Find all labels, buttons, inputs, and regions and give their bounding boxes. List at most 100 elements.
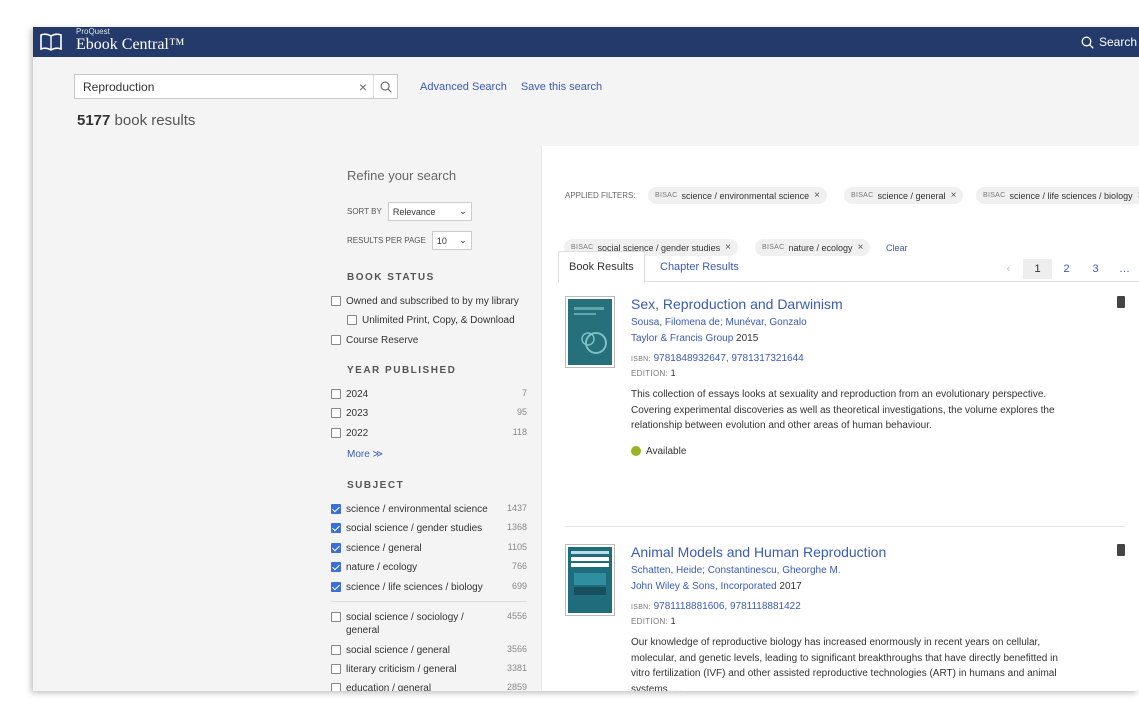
- filter-count: 4556: [506, 611, 527, 621]
- result-item: Animal Models and Human Reproduction Sch…: [565, 544, 1125, 691]
- sort-by-select[interactable]: Relevance ⌄: [387, 202, 472, 221]
- filter-subject[interactable]: social science / sociology / general 4556: [331, 611, 527, 637]
- checkbox-checked[interactable]: [331, 562, 341, 572]
- results-per-page-select[interactable]: 10 ⌄: [431, 231, 472, 250]
- filter-year-2024[interactable]: 2024 7: [331, 388, 527, 401]
- result-title-link[interactable]: Animal Models and Human Reproduction: [631, 544, 1071, 560]
- checkbox[interactable]: [331, 645, 341, 655]
- year-more-link[interactable]: More ≫: [347, 449, 383, 460]
- book-cover[interactable]: [565, 296, 615, 368]
- search-icon: [380, 81, 392, 93]
- result-item: Sex, Reproduction and Darwinism Sousa, F…: [565, 296, 1125, 496]
- filter-label: literary criticism / general: [346, 664, 457, 675]
- result-publisher[interactable]: John Wiley & Sons, Incorporated: [631, 581, 777, 592]
- book-cover-image: [568, 547, 612, 613]
- subject-heading: SUBJECT: [347, 480, 405, 491]
- book-status-heading: BOOK STATUS: [347, 272, 435, 283]
- sort-by-value: Relevance: [392, 206, 436, 217]
- book-cover-image: [568, 299, 612, 365]
- result-title-link[interactable]: Sex, Reproduction and Darwinism: [631, 296, 1071, 312]
- search-row: Reproduction × Advanced Search Save this…: [74, 74, 602, 99]
- header-search-button[interactable]: Search: [1081, 27, 1139, 57]
- page-button[interactable]: 1: [1023, 259, 1052, 279]
- result-isbn[interactable]: 9781118881606, 9781118881422: [654, 601, 801, 612]
- result-count-suffix: book results: [114, 112, 196, 129]
- filter-owned[interactable]: Owned and subscribed to by my library: [331, 295, 527, 308]
- checkbox[interactable]: [331, 664, 341, 674]
- chip-label: science / life sciences / biology: [1009, 190, 1133, 201]
- checkbox[interactable]: [331, 683, 341, 691]
- edition-label: EDITION:: [631, 369, 669, 378]
- brand-small-text: ProQuest: [76, 27, 110, 36]
- filter-subject[interactable]: literary criticism / general 3381: [331, 663, 527, 676]
- result-count-number: 5177: [77, 112, 111, 129]
- open-book-icon[interactable]: [36, 27, 66, 57]
- filter-count: 118: [512, 427, 527, 437]
- clear-search-icon[interactable]: ×: [353, 79, 373, 95]
- bookmark-icon[interactable]: [1117, 296, 1125, 308]
- checkbox[interactable]: [347, 315, 357, 325]
- filter-unlimited[interactable]: Unlimited Print, Copy, & Download: [347, 314, 527, 327]
- result-authors[interactable]: Schatten, Heide; Constantinescu, Gheorgh…: [631, 565, 1071, 576]
- save-search-link[interactable]: Save this search: [521, 81, 602, 93]
- filter-subject[interactable]: education / general 2859: [331, 682, 527, 691]
- result-authors[interactable]: Sousa, Filomena de; Munévar, Gonzalo: [631, 317, 1071, 328]
- availability-dot-icon: [631, 446, 641, 456]
- checkbox[interactable]: [331, 408, 341, 418]
- result-publisher[interactable]: Taylor & Francis Group: [631, 333, 733, 344]
- book-cover[interactable]: [565, 544, 615, 616]
- remove-chip-icon[interactable]: ×: [814, 190, 820, 201]
- filter-label: science / environmental science: [346, 504, 488, 515]
- filter-year-2022[interactable]: 2022 118: [331, 427, 527, 440]
- filter-year-2023[interactable]: 2023 95: [331, 407, 527, 420]
- search-input[interactable]: Reproduction: [75, 80, 353, 94]
- checkbox[interactable]: [331, 296, 341, 306]
- checkbox-checked[interactable]: [331, 543, 341, 553]
- filter-subject[interactable]: nature / ecology 766: [331, 561, 527, 574]
- filter-chip[interactable]: BISAC science / general ×: [844, 187, 964, 204]
- checkbox[interactable]: [331, 612, 341, 622]
- page-button[interactable]: 2: [1052, 259, 1081, 279]
- checkbox-checked[interactable]: [331, 504, 341, 514]
- result-isbn-line: ISBN: 9781118881606, 9781118881422: [631, 601, 1071, 612]
- year-published-heading: YEAR PUBLISHED: [347, 365, 457, 376]
- result-isbn[interactable]: 9781848932647, 9781317321644: [654, 353, 804, 364]
- filter-label: science / life sciences / biology: [346, 582, 483, 593]
- search-icon: [1081, 36, 1094, 49]
- filter-label: Unlimited Print, Copy, & Download: [362, 315, 515, 326]
- checkbox[interactable]: [331, 389, 341, 399]
- previous-page-button[interactable]: ‹: [994, 259, 1023, 279]
- search-submit-button[interactable]: [373, 75, 397, 98]
- pagination: ‹ 1 2 3 …: [994, 259, 1139, 279]
- result-isbn-line: ISBN: 9781848932647, 9781317321644: [631, 353, 1071, 364]
- filter-subject[interactable]: social science / gender studies 1368: [331, 522, 527, 535]
- filter-subject[interactable]: social science / general 3566: [331, 644, 527, 657]
- filter-chip[interactable]: BISACscience / life sciences / biology×: [976, 187, 1139, 204]
- remove-chip-icon[interactable]: ×: [951, 190, 957, 201]
- filter-count: 7: [521, 388, 527, 398]
- checkbox-checked[interactable]: [331, 582, 341, 592]
- filter-subject[interactable]: science / life sciences / biology 699: [331, 581, 527, 594]
- tab-chapter-results[interactable]: Chapter Results: [650, 251, 749, 282]
- filter-subject[interactable]: science / general 1105: [331, 542, 527, 555]
- filter-chip[interactable]: BISAC science / environmental science ×: [648, 187, 827, 204]
- result-description: This collection of essays looks at sexua…: [631, 389, 1055, 431]
- checkbox-checked[interactable]: [331, 523, 341, 533]
- filter-course-reserve[interactable]: Course Reserve: [331, 334, 527, 347]
- checkbox[interactable]: [331, 335, 341, 345]
- bookmark-icon[interactable]: [1117, 544, 1125, 556]
- result-year: 2017: [779, 581, 802, 592]
- checkbox[interactable]: [331, 428, 341, 438]
- brand-logo[interactable]: ProQuest Ebook Central™: [76, 27, 185, 53]
- filter-label: 2024: [346, 389, 369, 400]
- search-box: Reproduction ×: [74, 74, 398, 99]
- advanced-search-link[interactable]: Advanced Search: [420, 81, 507, 93]
- tab-book-results[interactable]: Book Results: [558, 251, 645, 283]
- filter-label: education / general: [346, 683, 432, 691]
- page-button[interactable]: 3: [1081, 259, 1110, 279]
- result-separator: [565, 526, 1125, 527]
- chip-prefix: BISAC: [851, 192, 874, 199]
- filter-subject[interactable]: science / environmental science 1437: [331, 503, 527, 516]
- app-window: ProQuest Ebook Central™ Search Reproduct…: [33, 27, 1139, 691]
- filter-label: social science / general: [346, 645, 450, 656]
